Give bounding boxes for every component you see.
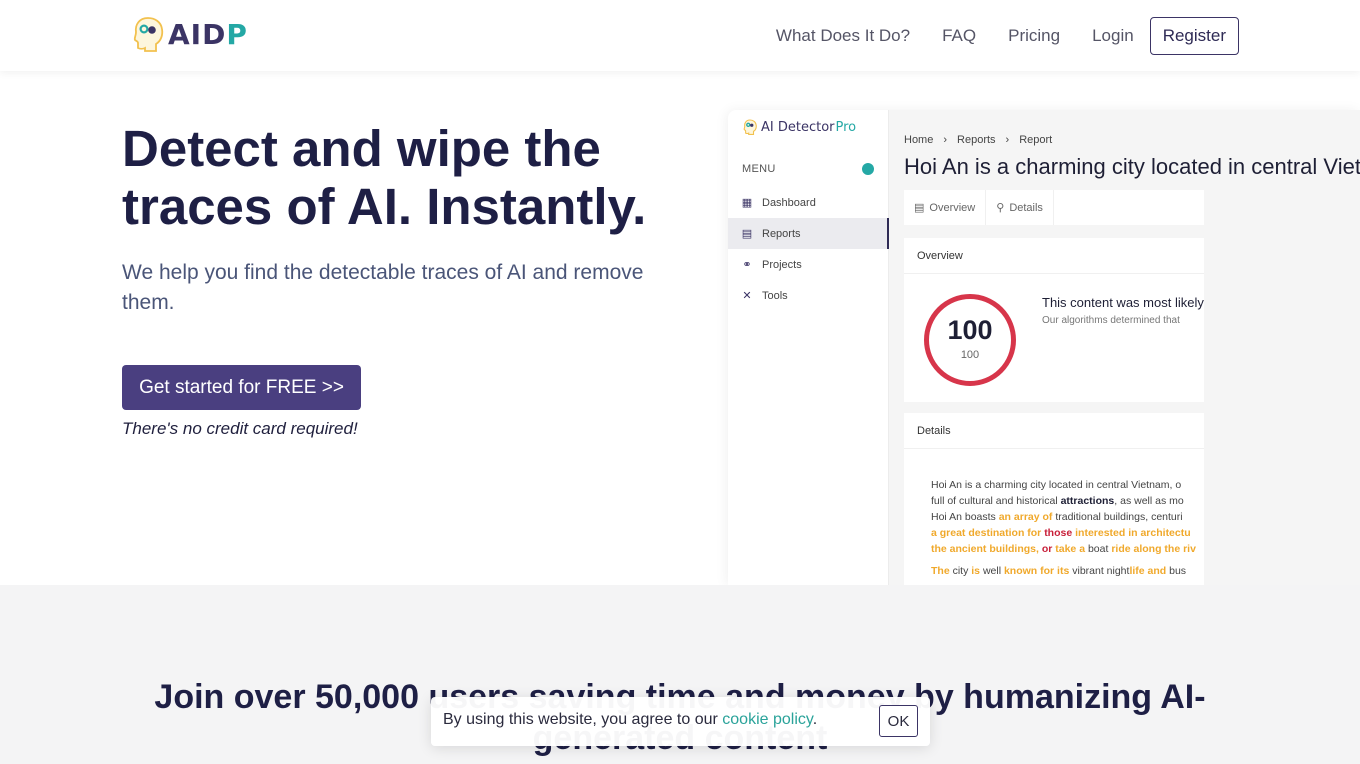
highlighted-phrase: or <box>1041 543 1053 555</box>
preview-sidebar-item-reports[interactable]: ▤ Reports <box>728 218 889 249</box>
logo-text-accent: P <box>226 17 248 51</box>
overview-card: Overview 100 100 This content was most l… <box>904 238 1204 402</box>
logo[interactable]: AIDP <box>132 16 248 52</box>
plain-text: , as well as mo <box>1114 495 1184 507</box>
grid-icon: ▦ <box>741 196 753 209</box>
tab-label: Overview <box>929 201 976 214</box>
highlighted-phrase: is <box>971 565 981 577</box>
tools-icon: ✕ <box>742 289 752 302</box>
plain-text: vibrant night <box>1069 565 1130 577</box>
palette-icon[interactable] <box>862 163 874 175</box>
sidebar-item-label: Tools <box>762 289 788 302</box>
plain-text: bus <box>1166 565 1187 577</box>
preview-brand-main: AI Detector <box>761 119 835 135</box>
preview-sidebar: AI Detector Pro MENU ▦ Dashboard ▤ Repor… <box>728 110 889 585</box>
highlighted-phrase: an array of <box>998 511 1053 523</box>
nav-pricing[interactable]: Pricing <box>1008 26 1060 46</box>
sidebar-item-label: Reports <box>762 227 801 240</box>
brain-head-icon <box>743 119 757 135</box>
details-text: Hoi An is a charming city located in cen… <box>931 477 1221 579</box>
details-line: Hoi An boasts an array of traditional bu… <box>931 509 1221 525</box>
plain-text: traditional buildings, centuri <box>1052 511 1183 523</box>
preview-brand-accent: Pro <box>835 119 857 135</box>
highlighted-phrase: attractions <box>1060 495 1115 507</box>
nav-what-does-it-do[interactable]: What Does It Do? <box>776 26 910 46</box>
cookie-ok-button[interactable]: OK <box>879 705 918 737</box>
hero-title: Detect and wipe the traces of AI. Instan… <box>122 120 647 235</box>
tab-overview[interactable]: ▤ Overview <box>904 190 987 225</box>
report-icon: ▤ <box>741 227 753 240</box>
score-value: 100 <box>947 315 993 345</box>
details-line: Hoi An is a charming city located in cen… <box>931 477 1221 493</box>
breadcrumb-report: Report <box>1019 134 1053 146</box>
highlighted-phrase: known for its <box>1003 565 1070 577</box>
logo-text-main: AID <box>168 17 227 51</box>
highlighted-phrase: those <box>1044 527 1073 539</box>
plain-text: well <box>980 565 1004 577</box>
no-credit-card-note: There's no credit card required! <box>122 419 358 438</box>
app-preview-screenshot: AI Detector Pro MENU ▦ Dashboard ▤ Repor… <box>728 110 1360 585</box>
plain-text: Hoi An is a charming city located in cen… <box>931 479 1182 491</box>
details-line: full of cultural and historical attracti… <box>931 493 1221 509</box>
highlighted-phrase: interested in architectu <box>1072 527 1191 539</box>
chevron-right-icon: › <box>943 134 948 146</box>
preview-sidebar-item-tools[interactable]: ✕ Tools <box>728 280 889 311</box>
main-nav: What Does It Do? FAQ Pricing Login Regis… <box>776 17 1239 55</box>
highlighted-phrase: take a <box>1052 543 1086 555</box>
menu-label: MENU <box>742 163 776 175</box>
preview-sidebar-item-projects[interactable]: ⚭ Projects <box>728 249 889 280</box>
cookie-banner: By using this website, you agree to our … <box>431 697 930 746</box>
preview-breadcrumb: Home › Reports › Report <box>904 134 1052 146</box>
get-started-button[interactable]: Get started for FREE >> <box>122 365 361 410</box>
preview-brand: AI Detector Pro <box>743 119 856 135</box>
score-ring: 100 100 <box>924 294 1016 386</box>
chevron-right-icon: › <box>1005 134 1010 146</box>
plain-text: city <box>949 565 972 577</box>
breadcrumb-reports[interactable]: Reports <box>957 134 996 146</box>
site-header: AIDP What Does It Do? FAQ Pricing Login … <box>0 0 1360 71</box>
table-icon: ▤ <box>914 202 925 214</box>
highlighted-phrase: The <box>931 565 950 577</box>
cookie-message: By using this website, you agree to our <box>443 711 723 728</box>
hero-subtitle: We help you find the detectable traces o… <box>122 261 644 314</box>
highlighted-phrase: ride along the riv <box>1111 543 1196 555</box>
cookie-text: By using this website, you agree to our … <box>443 711 817 729</box>
highlighted-phrase: the ancient buildings, <box>931 543 1042 555</box>
preview-sidebar-item-dashboard[interactable]: ▦ Dashboard <box>728 187 889 218</box>
highlighted-phrase: a great destination for <box>931 527 1045 539</box>
nav-login[interactable]: Login <box>1092 26 1134 46</box>
verdict-title: This content was most likely <box>1042 295 1204 310</box>
report-title: Hoi An is a charming city located in cen… <box>904 154 1360 179</box>
plain-text: boat <box>1085 543 1112 555</box>
register-button[interactable]: Register <box>1149 17 1239 55</box>
projects-icon: ⚭ <box>742 258 752 271</box>
details-card: Details Hoi An is a charming city locate… <box>904 413 1204 585</box>
search-icon: ⚲ <box>996 202 1005 214</box>
details-heading: Details <box>904 413 1204 449</box>
tab-label: Details <box>1009 201 1043 214</box>
cookie-policy-link[interactable]: cookie policy <box>722 711 812 728</box>
score-max: 100 <box>960 349 980 361</box>
highlighted-phrase: life and <box>1129 565 1167 577</box>
overview-heading: Overview <box>904 238 1204 274</box>
tab-details[interactable]: ⚲ Details <box>986 190 1054 225</box>
logo-text: AIDP <box>168 18 248 51</box>
sidebar-item-label: Dashboard <box>762 196 816 209</box>
breadcrumb-home[interactable]: Home <box>904 134 933 146</box>
details-line: The city is well known for its vibrant n… <box>931 563 1221 579</box>
preview-tabs: ▤ Overview ⚲ Details <box>904 190 1204 225</box>
details-line: a great destination for those interested… <box>931 525 1221 541</box>
verdict-subtitle: Our algorithms determined that <box>1042 315 1180 326</box>
brain-head-icon <box>133 17 164 52</box>
nav-faq[interactable]: FAQ <box>942 26 976 46</box>
cookie-suffix: . <box>812 711 818 728</box>
details-line: the ancient buildings, or take a boat ri… <box>931 541 1221 557</box>
plain-text: full of cultural and historical <box>931 495 1061 507</box>
sidebar-item-label: Projects <box>762 258 802 271</box>
plain-text: Hoi An boasts <box>931 511 999 523</box>
